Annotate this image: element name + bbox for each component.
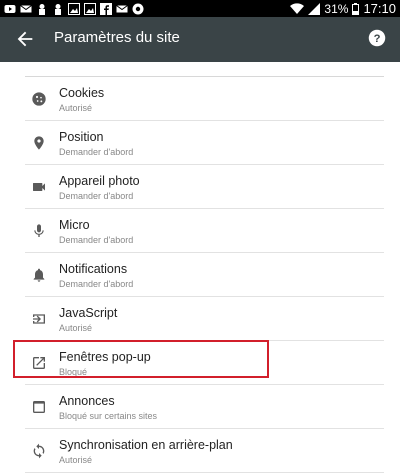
cookie-icon bbox=[32, 92, 46, 106]
ads-window-icon bbox=[33, 401, 45, 413]
system-indicators: 31% 17:10 bbox=[290, 0, 396, 17]
setting-row-background-sync[interactable]: Synchronisation en arrière-plan Autorisé bbox=[25, 429, 384, 473]
status-bar: 31% 17:10 bbox=[0, 0, 400, 17]
help-icon[interactable]: ? bbox=[368, 29, 386, 47]
mail-icon bbox=[20, 4, 32, 12]
setting-row-position[interactable]: Position Demander d'abord bbox=[25, 121, 384, 165]
mail-icon bbox=[116, 4, 128, 12]
setting-row-javascript[interactable]: JavaScript Autorisé bbox=[25, 297, 384, 341]
open-in-new-icon bbox=[33, 357, 45, 369]
setting-status: Demander d'abord bbox=[59, 191, 134, 201]
chrome-icon bbox=[132, 3, 144, 14]
setting-label: Fenêtres pop-up bbox=[59, 350, 151, 364]
bell-icon bbox=[33, 268, 45, 282]
setting-label: Position bbox=[59, 130, 104, 144]
setting-label: Micro bbox=[59, 218, 90, 232]
setting-row-microphone[interactable]: Micro Demander d'abord bbox=[25, 209, 384, 253]
person-icon bbox=[55, 3, 61, 15]
setting-status: Bloqué sur certains sites bbox=[59, 411, 158, 421]
camera-icon bbox=[33, 183, 45, 191]
battery-icon bbox=[352, 2, 360, 15]
facebook-icon bbox=[100, 2, 112, 15]
setting-status: Autorisé bbox=[59, 455, 93, 465]
battery-percentage: 31% bbox=[324, 1, 349, 16]
javascript-icon bbox=[33, 314, 45, 324]
arrow-back-icon[interactable] bbox=[14, 28, 36, 50]
person-icon bbox=[39, 3, 45, 15]
page-title: Paramètres du site bbox=[54, 29, 180, 46]
microphone-icon bbox=[34, 224, 44, 237]
wifi-icon bbox=[290, 2, 305, 14]
setting-row-popups[interactable]: Fenêtres pop-up Bloqué bbox=[25, 341, 384, 385]
setting-label: Notifications bbox=[59, 262, 128, 276]
setting-row-ads[interactable]: Annonces Bloqué sur certains sites bbox=[25, 385, 384, 429]
image-icon bbox=[68, 2, 80, 15]
setting-status: Bloqué bbox=[59, 367, 88, 377]
setting-row-camera[interactable]: Appareil photo Demander d'abord bbox=[25, 165, 384, 209]
image-icon bbox=[84, 2, 96, 15]
setting-status: Demander d'abord bbox=[59, 279, 134, 289]
setting-label: JavaScript bbox=[59, 306, 118, 320]
youtube-icon bbox=[4, 4, 16, 13]
setting-row-notifications[interactable]: Notifications Demander d'abord bbox=[25, 253, 384, 297]
location-pin-icon bbox=[34, 136, 44, 150]
setting-status: Autorisé bbox=[59, 103, 93, 113]
sync-icon bbox=[33, 443, 45, 459]
setting-status: Autorisé bbox=[59, 323, 93, 333]
setting-label: Annonces bbox=[59, 394, 115, 408]
clock: 17:10 bbox=[363, 1, 396, 16]
setting-label: Cookies bbox=[59, 86, 105, 100]
setting-label: Appareil photo bbox=[59, 174, 140, 188]
signal-icon bbox=[308, 2, 321, 15]
setting-status: Demander d'abord bbox=[59, 147, 134, 157]
list-divider bbox=[25, 62, 384, 77]
toolbar: Paramètres du site ? bbox=[0, 17, 400, 62]
setting-status: Demander d'abord bbox=[59, 235, 134, 245]
setting-row-cookies[interactable]: Cookies Autorisé bbox=[25, 77, 384, 121]
svg-text:?: ? bbox=[374, 33, 381, 45]
setting-label: Synchronisation en arrière-plan bbox=[59, 438, 233, 452]
notification-icons bbox=[4, 2, 144, 15]
site-settings-list: Cookies Autorisé Position Demander d'abo… bbox=[0, 62, 400, 473]
